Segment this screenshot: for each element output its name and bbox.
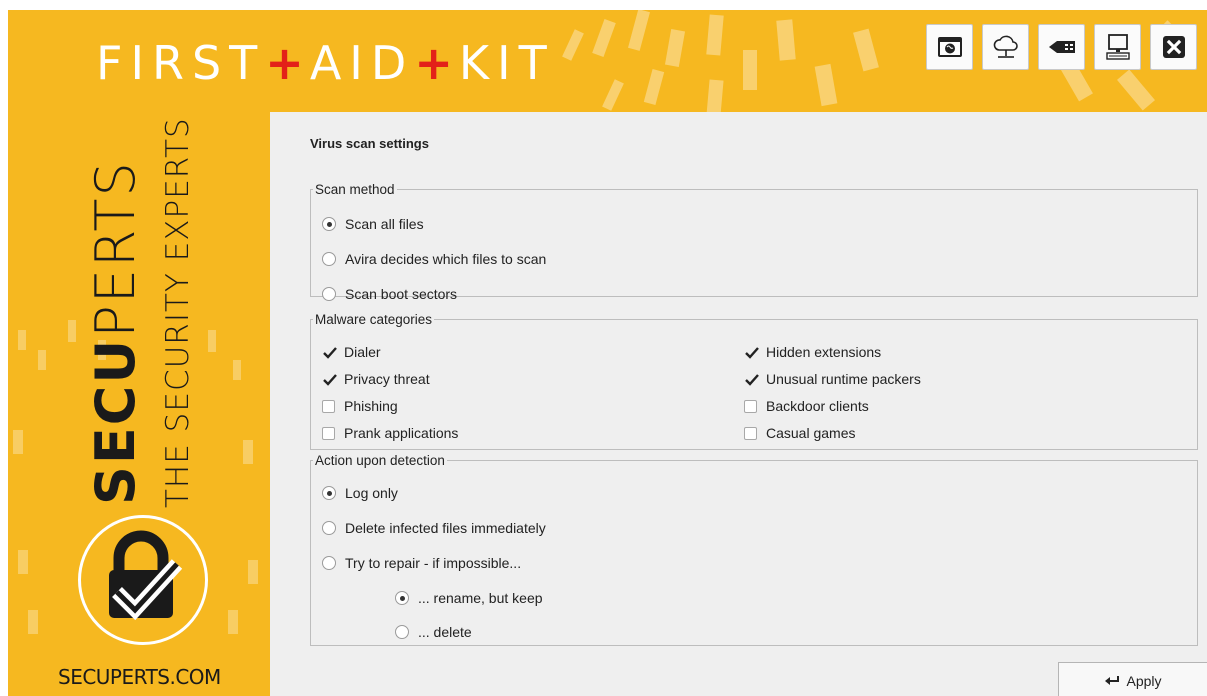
checkmark-icon: [745, 346, 759, 359]
radio-button[interactable]: [322, 252, 336, 266]
checkbox[interactable]: [744, 373, 759, 386]
option-label: Scan boot sectors: [345, 286, 458, 302]
radio-button[interactable]: [322, 217, 336, 231]
option-label: Hidden extensions: [766, 344, 882, 360]
cloud-network-icon: [993, 35, 1018, 58]
malware-categories-legend: Malware categories: [315, 312, 433, 327]
scan-all-files-option[interactable]: Scan all files: [322, 216, 424, 232]
settings-panel: Virus scan settings Scan method Scan all…: [270, 112, 1207, 696]
option-label: Privacy threat: [344, 371, 430, 387]
usb-button[interactable]: [1038, 24, 1085, 70]
backdoor-clients-checkbox[interactable]: Backdoor clients: [744, 398, 869, 414]
checkmark-icon: [323, 373, 337, 386]
brand-name: SECUPERTS: [84, 160, 147, 505]
app-frame: FIRST+ AID+ KIT SECUPERTS THE SECURITY E…: [8, 10, 1207, 696]
checkbox[interactable]: [322, 346, 337, 359]
page-title: Virus scan settings: [310, 136, 429, 151]
privacy-threat-checkbox[interactable]: Privacy threat: [322, 371, 430, 387]
close-icon: [1162, 36, 1185, 58]
lock-check-icon: [109, 530, 183, 621]
usb-icon: [1048, 41, 1075, 53]
option-label: ... rename, but keep: [418, 590, 543, 606]
checkbox[interactable]: [744, 426, 757, 440]
action-upon-detection-group: Action upon detection: [310, 453, 1198, 646]
radio-button[interactable]: [322, 287, 336, 301]
option-label: Unusual runtime packers: [766, 371, 921, 387]
browser-icon: [937, 37, 962, 57]
option-label: Delete infected files immediately: [345, 520, 546, 536]
option-label: Backdoor clients: [766, 398, 869, 414]
computer-button[interactable]: [1094, 24, 1141, 70]
scan-method-legend: Scan method: [315, 182, 395, 197]
checkmark-icon: [745, 373, 759, 386]
dialer-checkbox[interactable]: Dialer: [322, 344, 381, 360]
option-label: Avira decides which files to scan: [345, 251, 547, 267]
casual-games-checkbox[interactable]: Casual games: [744, 425, 856, 441]
apply-label: Apply: [1126, 673, 1162, 689]
checkbox[interactable]: [322, 373, 337, 386]
checkbox[interactable]: [744, 346, 759, 359]
radio-button[interactable]: [322, 556, 336, 570]
checkbox[interactable]: [322, 399, 335, 413]
delete-immediately-option[interactable]: Delete infected files immediately: [322, 520, 546, 536]
option-label: Scan all files: [345, 216, 424, 232]
option-label: Phishing: [344, 398, 398, 414]
radio-button[interactable]: [395, 591, 409, 605]
option-label: ... delete: [418, 624, 472, 640]
option-label: Prank applications: [344, 425, 459, 441]
checkbox[interactable]: [744, 399, 757, 413]
close-button[interactable]: [1150, 24, 1197, 70]
prank-applications-checkbox[interactable]: Prank applications: [322, 425, 458, 441]
scan-method-group: Scan method: [310, 182, 1198, 297]
try-to-repair-option[interactable]: Try to repair - if impossible...: [322, 555, 521, 571]
app-title: FIRST+ AID+ KIT: [96, 36, 555, 90]
action-legend: Action upon detection: [315, 453, 445, 468]
radio-button[interactable]: [395, 625, 409, 639]
avira-decides-option[interactable]: Avira decides which files to scan: [322, 251, 546, 267]
browser-button[interactable]: [926, 24, 973, 70]
radio-button[interactable]: [322, 486, 336, 500]
toolbar: [926, 24, 1197, 70]
cloud-network-button[interactable]: [982, 24, 1029, 70]
option-label: Try to repair - if impossible...: [345, 555, 522, 571]
phishing-checkbox[interactable]: Phishing: [322, 398, 398, 414]
unusual-runtime-packers-checkbox[interactable]: Unusual runtime packers: [744, 371, 921, 387]
enter-arrow-icon: [1104, 675, 1120, 687]
scan-boot-sectors-option[interactable]: Scan boot sectors: [322, 286, 457, 302]
checkbox[interactable]: [322, 426, 335, 440]
computer-icon: [1105, 34, 1130, 60]
log-only-option[interactable]: Log only: [322, 485, 398, 501]
delete-suboption[interactable]: ... delete: [395, 624, 472, 640]
hidden-extensions-checkbox[interactable]: Hidden extensions: [744, 344, 881, 360]
option-label: Dialer: [344, 344, 381, 360]
option-label: Log only: [345, 485, 398, 501]
checkmark-icon: [323, 346, 337, 359]
rename-but-keep-option[interactable]: ... rename, but keep: [395, 590, 543, 606]
radio-button[interactable]: [322, 521, 336, 535]
brand-url: SECUPERTS.COM: [58, 665, 221, 689]
brand-tagline: THE SECURITY EXPERTS: [160, 117, 196, 508]
apply-button[interactable]: Apply: [1058, 662, 1207, 696]
option-label: Casual games: [766, 425, 856, 441]
brand-logo: [78, 515, 208, 645]
